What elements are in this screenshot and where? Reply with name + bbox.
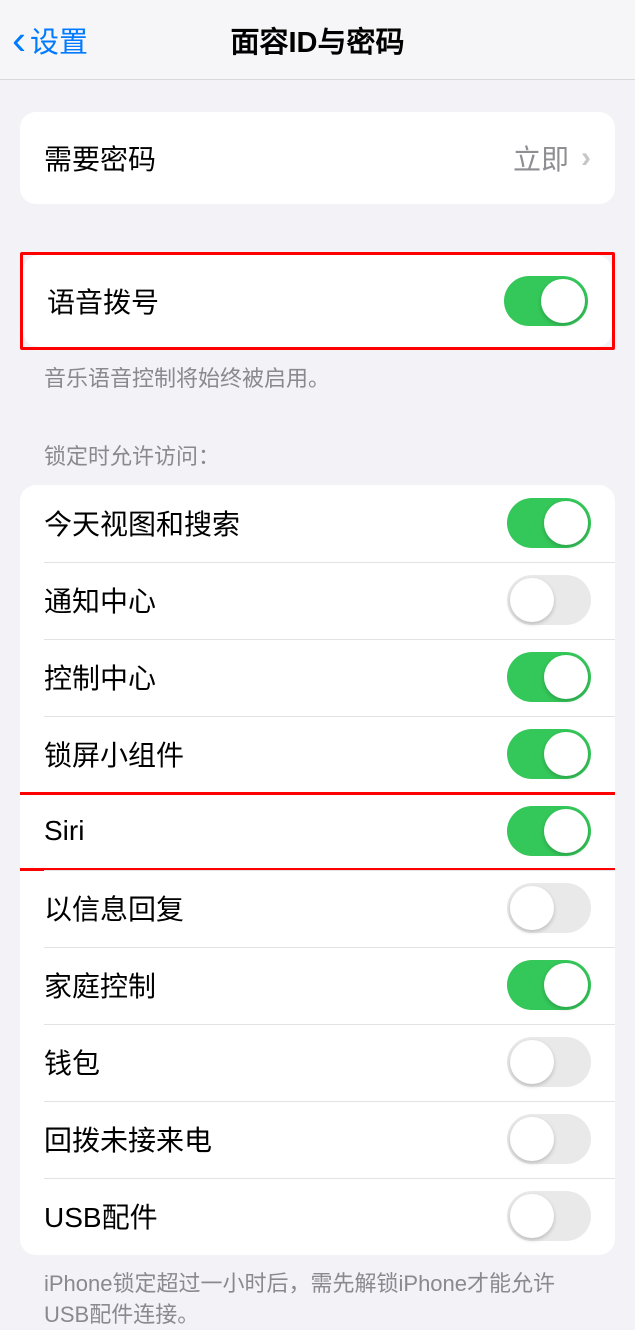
row-label: 家庭控制 <box>44 965 156 1005</box>
toggle-knob <box>510 1040 554 1084</box>
group-lock-access: 今天视图和搜索通知中心控制中心锁屏小组件 Siri 以信息回复家庭控制钱包回拨未接来… <box>20 485 615 1255</box>
toggle-通知中心[interactable] <box>507 575 591 625</box>
row-lock-access-item: 以信息回复 <box>20 870 615 947</box>
row-lock-access-item: 今天视图和搜索 <box>20 485 615 562</box>
toggle-USB配件[interactable] <box>507 1191 591 1241</box>
toggle-knob <box>544 732 588 776</box>
row-label: 锁屏小组件 <box>44 734 184 774</box>
row-lock-access-item: 通知中心 <box>20 562 615 639</box>
row-label: 通知中心 <box>44 580 156 620</box>
toggle-今天视图和搜索[interactable] <box>507 498 591 548</box>
toggle-knob <box>510 886 554 930</box>
back-button[interactable]: ‹ 设置 <box>0 19 88 61</box>
row-value: 立即 <box>513 138 569 178</box>
group-require-passcode: 需要密码 立即 › <box>20 112 615 204</box>
row-label: USB配件 <box>44 1196 158 1236</box>
toggle-以信息回复[interactable] <box>507 883 591 933</box>
row-label: 语音拨号 <box>47 281 159 321</box>
row-lock-access-item: 锁屏小组件 <box>20 716 615 793</box>
row-label: 回拨未接来电 <box>44 1119 212 1159</box>
toggle-Siri[interactable] <box>507 806 591 856</box>
toggle-回拨未接来电[interactable] <box>507 1114 591 1164</box>
row-lock-access-item: USB配件 <box>20 1178 615 1255</box>
page-title: 面容ID与密码 <box>230 19 404 61</box>
row-voice-dial: 语音拨号 <box>23 255 612 347</box>
row-lock-access-item: 回拨未接来电 <box>20 1101 615 1178</box>
group-voice-dial: 语音拨号 <box>23 255 612 347</box>
row-label: 以信息回复 <box>44 888 184 928</box>
toggle-knob <box>510 1117 554 1161</box>
toggle-锁屏小组件[interactable] <box>507 729 591 779</box>
toggle-钱包[interactable] <box>507 1037 591 1087</box>
row-require-passcode[interactable]: 需要密码 立即 › <box>20 112 615 204</box>
row-label: 钱包 <box>44 1042 100 1082</box>
highlight-voice-dial: 语音拨号 <box>20 252 615 350</box>
toggle-knob <box>544 501 588 545</box>
row-lock-access-item: 控制中心 <box>20 639 615 716</box>
back-label: 设置 <box>30 19 88 61</box>
toggle-knob <box>544 655 588 699</box>
row-label: 控制中心 <box>44 657 156 697</box>
navigation-header: ‹ 设置 面容ID与密码 <box>0 0 635 80</box>
footer-voice-dial: 音乐语音控制将始终被启用。 <box>20 350 615 395</box>
toggle-家庭控制[interactable] <box>507 960 591 1010</box>
row-value-wrap: 立即 › <box>513 138 591 178</box>
footer-lock-access: iPhone锁定超过一小时后，需先解锁iPhone才能允许USB配件连接。 <box>20 1255 615 1330</box>
toggle-knob <box>544 809 588 853</box>
row-lock-access-item: 家庭控制 <box>20 947 615 1024</box>
toggle-knob <box>541 279 585 323</box>
toggle-voice-dial[interactable] <box>504 276 588 326</box>
toggle-knob <box>544 963 588 1007</box>
toggle-knob <box>510 578 554 622</box>
row-label: 今天视图和搜索 <box>44 503 240 543</box>
toggle-knob <box>510 1194 554 1238</box>
row-label: Siri <box>44 815 84 847</box>
row-lock-access-item: Siri <box>20 793 615 870</box>
row-label: 需要密码 <box>44 138 156 178</box>
chevron-right-icon: › <box>581 141 591 175</box>
row-lock-access-item: 钱包 <box>20 1024 615 1101</box>
chevron-left-icon: ‹ <box>12 19 26 61</box>
section-header-lock-access: 锁定时允许访问： <box>20 439 615 485</box>
toggle-控制中心[interactable] <box>507 652 591 702</box>
